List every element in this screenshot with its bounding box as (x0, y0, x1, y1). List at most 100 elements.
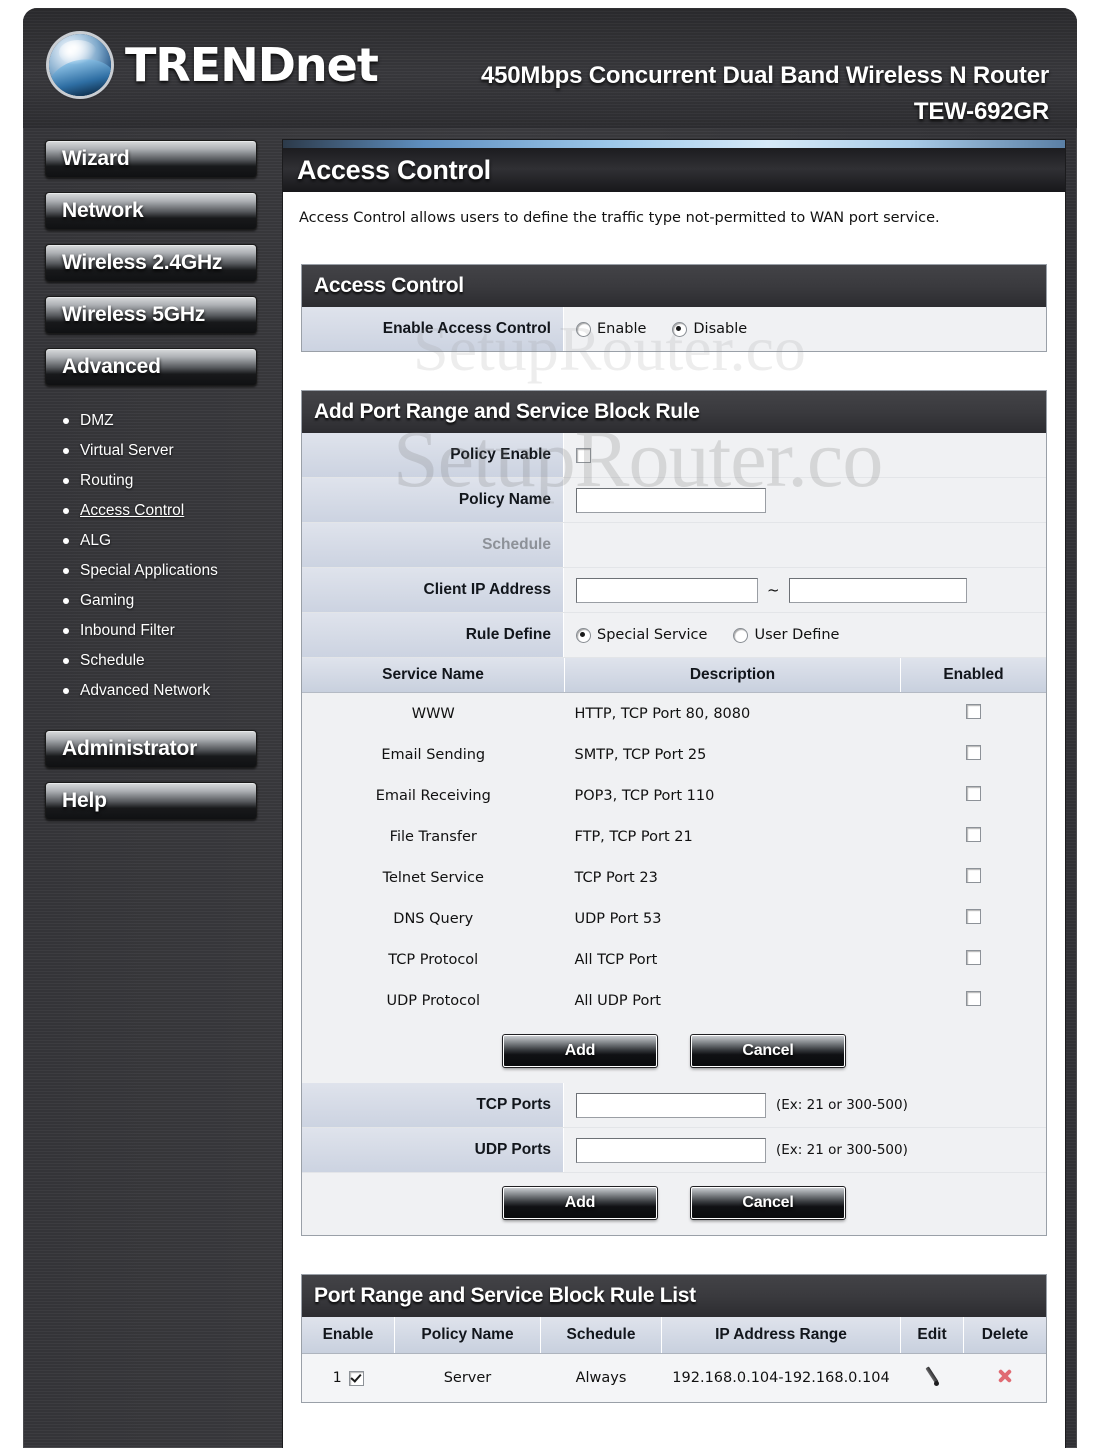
sidebar-item-routing[interactable]: Routing (45, 466, 257, 496)
rule-enable-checkbox[interactable] (348, 1370, 364, 1386)
rule-define-options: Special Service User Define (564, 613, 1046, 657)
sidebar-item-label: Wizard (62, 147, 130, 170)
table-row: TCP Protocol All TCP Port (302, 939, 1046, 980)
radio-disable-access-control[interactable]: Disable (672, 321, 747, 337)
sidebar-item-help[interactable]: Help (45, 782, 257, 820)
radio-icon[interactable] (733, 627, 749, 643)
sidebar-item-administrator[interactable]: Administrator (45, 730, 257, 768)
bullet-icon (63, 628, 69, 634)
table-row: Email Sending SMTP, TCP Port 25 (302, 734, 1046, 775)
udp-ports-input[interactable] (576, 1137, 766, 1163)
radio-label: Special Service (597, 627, 708, 643)
sidebar-item-access-control[interactable]: Access Control (45, 496, 257, 526)
enable-access-control-label: Enable Access Control (302, 307, 564, 351)
sidebar-item-inbound-filter[interactable]: Inbound Filter (45, 616, 257, 646)
schedule-row: Schedule (302, 523, 1046, 568)
add-ports-button[interactable]: Add (502, 1186, 658, 1220)
sidebar-item-label: Access Control (80, 502, 185, 519)
service-enabled-checkbox[interactable] (965, 909, 981, 924)
schedule-label: Schedule (302, 523, 564, 567)
service-enabled-checkbox[interactable] (965, 786, 981, 801)
service-enabled-cell (900, 692, 1046, 734)
add-rule-section: Add Port Range and Service Block Rule Po… (301, 390, 1047, 1236)
policy-name-label: Policy Name (302, 478, 564, 522)
page-description: Access Control allows users to define th… (299, 210, 940, 226)
pencil-icon[interactable] (921, 1365, 943, 1387)
policy-enable-row: Policy Enable (302, 433, 1046, 478)
radio-enable-access-control[interactable]: Enable (576, 321, 646, 337)
sidebar-item-wireless-24ghz[interactable]: Wireless 2.4GHz (45, 244, 257, 282)
policy-enable-checkbox[interactable] (576, 447, 591, 463)
service-enabled-checkbox[interactable] (965, 745, 981, 760)
table-row: Email Receiving POP3, TCP Port 110 (302, 775, 1046, 816)
radio-icon-selected[interactable] (672, 321, 688, 337)
bullet-icon (63, 418, 69, 424)
sidebar-item-gaming[interactable]: Gaming (45, 586, 257, 616)
radio-user-define[interactable]: User Define (733, 627, 839, 643)
sidebar-item-advanced-network[interactable]: Advanced Network (45, 676, 257, 706)
ports-button-row: Add Cancel (302, 1173, 1046, 1235)
client-ip-start-input[interactable] (576, 577, 758, 603)
service-description: All TCP Port (564, 939, 901, 980)
service-enabled-checkbox[interactable] (965, 704, 981, 719)
sidebar-item-network[interactable]: Network (45, 192, 257, 230)
rule-enable-cell: 1 (302, 1353, 395, 1402)
add-service-button[interactable]: Add (502, 1034, 658, 1068)
service-enabled-cell (900, 939, 1046, 980)
router-admin-page: TRENDnet 450Mbps Concurrent Dual Band Wi… (0, 0, 1100, 1448)
policy-name-input[interactable] (576, 487, 766, 513)
delete-x-icon[interactable] (996, 1367, 1014, 1385)
rule-define-row: Rule Define Special Service User Define (302, 613, 1046, 658)
table-row: WWW HTTP, TCP Port 80, 8080 (302, 692, 1046, 734)
sidebar-item-advanced[interactable]: Advanced (45, 348, 257, 386)
bullet-icon (63, 688, 69, 694)
rule-list-header-enable: Enable (302, 1317, 395, 1354)
policy-enable-value (564, 433, 1046, 477)
sidebar-item-label: ALG (80, 532, 112, 549)
rule-list-header-delete: Delete (963, 1317, 1046, 1354)
service-enabled-checkbox[interactable] (965, 827, 981, 842)
sidebar-item-alg[interactable]: ALG (45, 526, 257, 556)
rule-list-table: Enable Policy Name Schedule IP Address R… (302, 1317, 1046, 1402)
rule-list-section: Port Range and Service Block Rule List E… (301, 1274, 1047, 1403)
brand-wordmark-part2: net (294, 38, 379, 92)
radio-icon-selected[interactable] (576, 627, 591, 643)
service-enabled-checkbox[interactable] (965, 950, 981, 965)
radio-special-service[interactable]: Special Service (576, 627, 707, 643)
service-enabled-checkbox[interactable] (965, 868, 981, 883)
page-title: Access Control (283, 148, 1065, 192)
table-row: 1 Server Always 192.168.0.104-192.168.0.… (302, 1353, 1046, 1402)
client-ip-end-input[interactable] (788, 577, 967, 603)
rule-list-header-ip-range: IP Address Range (661, 1317, 901, 1354)
cancel-service-button[interactable]: Cancel (690, 1034, 846, 1068)
service-description: All UDP Port (564, 980, 901, 1021)
tcp-ports-input[interactable] (576, 1092, 766, 1118)
sidebar-item-virtual-server[interactable]: Virtual Server (45, 436, 257, 466)
sidebar-item-label: Advanced (62, 355, 161, 378)
radio-label: Disable (693, 321, 748, 337)
sidebar-item-wireless-5ghz[interactable]: Wireless 5GHz (45, 296, 257, 334)
udp-ports-row: UDP Ports (Ex: 21 or 300-500) (302, 1128, 1046, 1173)
rule-policy-name: Server (394, 1353, 541, 1402)
service-name: UDP Protocol (302, 980, 565, 1021)
sidebar-item-schedule[interactable]: Schedule (45, 646, 257, 676)
sidebar-item-label: Wireless 5GHz (62, 303, 206, 326)
service-enabled-checkbox[interactable] (965, 991, 981, 1006)
service-description: SMTP, TCP Port 25 (564, 734, 901, 775)
service-enabled-cell (900, 857, 1046, 898)
radio-icon[interactable] (576, 321, 591, 337)
sidebar-item-label: Virtual Server (80, 442, 174, 459)
sidebar-item-dmz[interactable]: DMZ (45, 406, 257, 436)
schedule-value (564, 523, 1046, 567)
service-name: TCP Protocol (302, 939, 565, 980)
product-info: 450Mbps Concurrent Dual Band Wireless N … (481, 58, 1049, 130)
service-description: POP3, TCP Port 110 (564, 775, 901, 816)
service-enabled-cell (900, 734, 1046, 775)
service-description: UDP Port 53 (564, 898, 901, 939)
router-chassis: TRENDnet 450Mbps Concurrent Dual Band Wi… (23, 8, 1077, 1448)
sidebar-item-special-applications[interactable]: Special Applications (45, 556, 257, 586)
trendnet-globe-icon (49, 34, 111, 96)
sidebar-item-label: Inbound Filter (80, 622, 175, 639)
sidebar-item-wizard[interactable]: Wizard (45, 140, 257, 178)
cancel-ports-button[interactable]: Cancel (690, 1186, 846, 1220)
